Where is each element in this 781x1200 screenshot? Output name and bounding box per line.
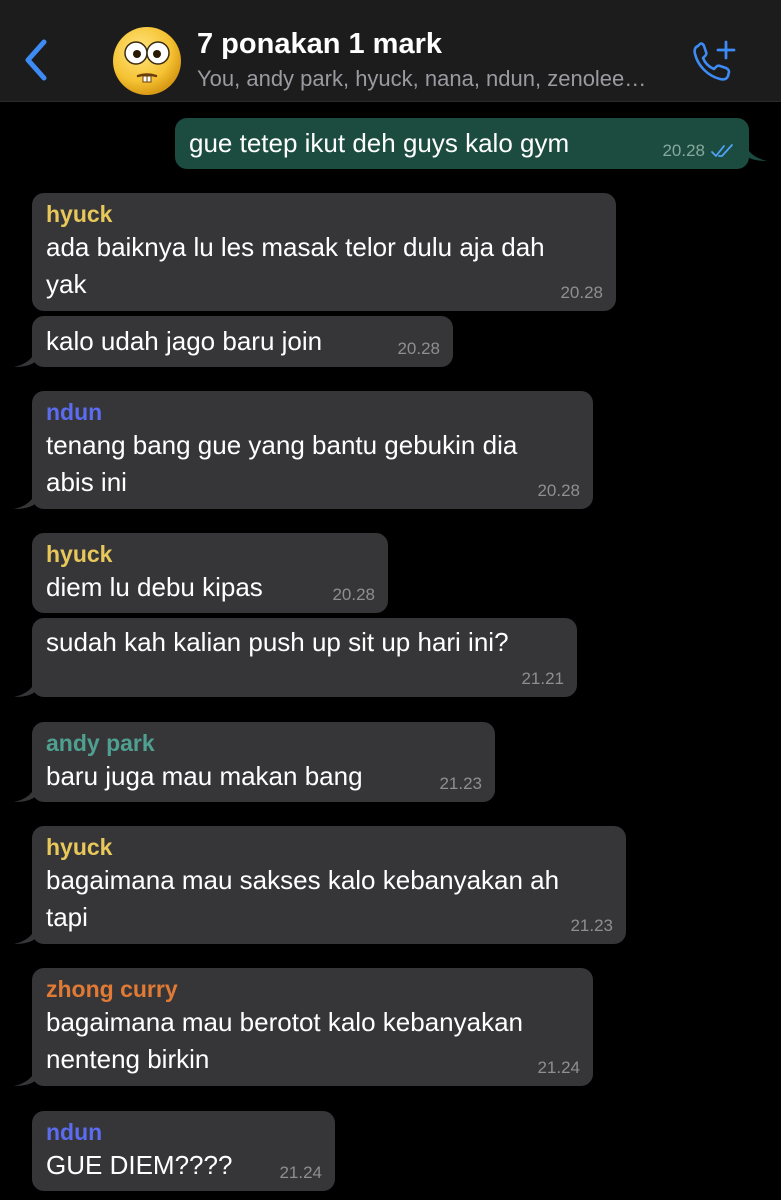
message-bubble-incoming[interactable]: ndun GUE DIEM???? 21.24 (32, 1111, 335, 1191)
message-time: 21.23 (570, 916, 613, 935)
message-bubble-incoming[interactable]: hyuck ada baiknya lu les masak telor dul… (32, 193, 616, 311)
message-sender[interactable]: hyuck (46, 832, 612, 862)
message-bubble-outgoing[interactable]: gue tetep ikut deh guys kalo gym 20.28 (175, 118, 767, 169)
message-bubble-incoming[interactable]: kalo udah jago baru join 20.28 (14, 316, 453, 367)
message-sender[interactable]: ndun (46, 397, 579, 427)
message-bubble-incoming[interactable]: zhong curry bagaimana mau berotot kalo k… (14, 968, 593, 1086)
message-sender[interactable]: hyuck (46, 539, 374, 569)
message-time: 20.28 (537, 481, 580, 500)
message-text: tapi (46, 902, 88, 932)
message-text: abis ini (46, 467, 127, 497)
message-text: nenteng birkin (46, 1044, 210, 1074)
message-time: 21.24 (279, 1163, 322, 1182)
add-call-button[interactable] (690, 38, 740, 84)
chat-title[interactable]: 7 ponakan 1 mark (197, 28, 442, 61)
message-bubble-incoming[interactable]: hyuck diem lu debu kipas 20.28 (32, 533, 388, 613)
message-sender[interactable]: andy park (46, 728, 481, 758)
bubble-tail (14, 491, 36, 509)
read-ticks-icon (711, 144, 733, 157)
message-list[interactable]: gue tetep ikut deh guys kalo gym 20.28 h… (0, 101, 781, 1200)
message-sender[interactable]: ndun (46, 1117, 321, 1147)
bubble-tail (14, 926, 36, 944)
bubble-tail (14, 1068, 36, 1086)
bubble-tail (14, 784, 36, 802)
back-button[interactable] (18, 36, 54, 84)
chat-header: 7 ponakan 1 mark You, andy park, hyuck, … (0, 0, 781, 102)
message-text: bagaimana mau sakses kalo kebanyakan ah (46, 865, 560, 895)
message-time: 20.28 (662, 141, 705, 160)
bubble-tail (14, 349, 36, 367)
message-bubble-incoming[interactable]: ndun tenang bang gue yang bantu gebukin … (14, 391, 593, 509)
message-text: yak (46, 269, 87, 299)
add-call-icon (693, 40, 736, 81)
message-text: kalo udah jago baru join (46, 326, 323, 356)
message-time: 21.21 (521, 669, 564, 688)
message-time: 21.24 (537, 1058, 580, 1077)
message-sender[interactable]: hyuck (46, 199, 602, 229)
message-text: tenang bang gue yang bantu gebukin dia (46, 430, 518, 460)
message-bubble-incoming[interactable]: hyuck bagaimana mau sakses kalo kebanyak… (14, 826, 626, 944)
message-text: gue tetep ikut deh guys kalo gym (189, 128, 570, 158)
message-bubble-incoming[interactable]: sudah kah kalian push up sit up hari ini… (14, 618, 577, 697)
message-text: ada baiknya lu les masak telor dulu aja … (46, 232, 545, 262)
message-time: 20.28 (560, 283, 603, 302)
group-avatar[interactable] (112, 26, 182, 96)
message-text: diem lu debu kipas (46, 572, 263, 602)
message-text: bagaimana mau berotot kalo kebanyakan (46, 1007, 523, 1037)
chat-members[interactable]: You, andy park, hyuck, nana, ndun, zenol… (197, 66, 677, 92)
message-bubble-incoming[interactable]: andy park baru juga mau makan bang 21.23 (14, 722, 495, 802)
bubble-tail (14, 679, 36, 697)
message-text: sudah kah kalian push up sit up hari ini… (46, 627, 509, 657)
message-text: baru juga mau makan bang (46, 761, 363, 791)
message-sender[interactable]: zhong curry (46, 974, 579, 1004)
bubble-tail (745, 143, 767, 161)
silly-face-emoji-avatar (113, 27, 181, 95)
chevron-left-icon (25, 39, 47, 81)
message-time: 21.23 (439, 774, 482, 793)
message-time: 20.28 (397, 339, 440, 358)
message-time: 20.28 (332, 585, 375, 604)
